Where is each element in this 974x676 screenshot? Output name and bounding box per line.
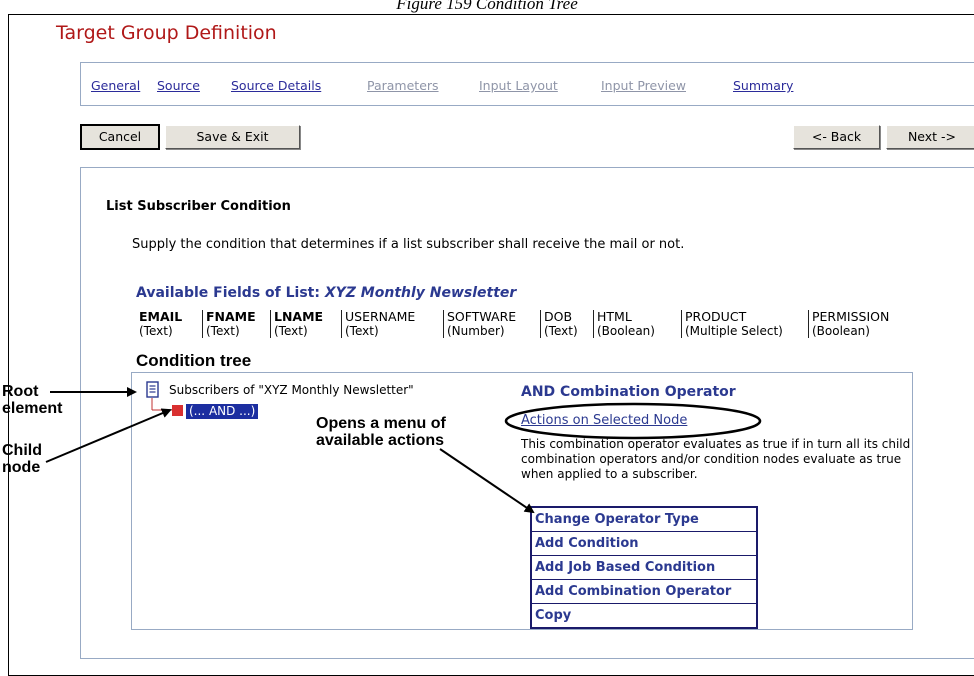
child-arrow [45, 408, 172, 463]
annotation-arrows [45, 387, 535, 514]
menu-arrow [439, 448, 535, 514]
